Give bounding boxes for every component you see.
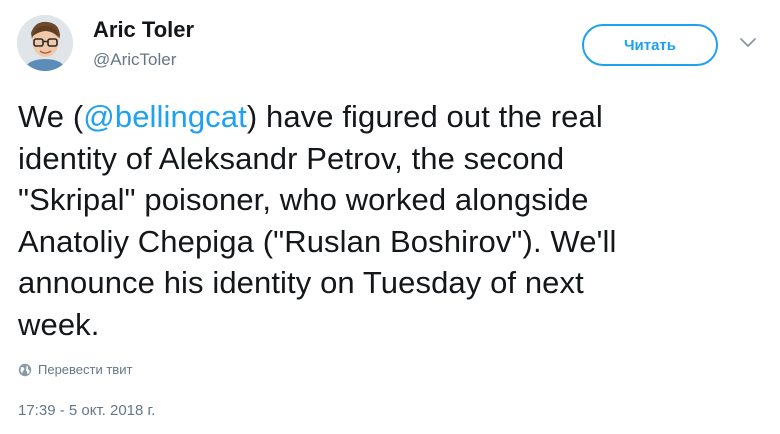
tweet-line: week. [18, 306, 100, 342]
tweet-text: We (@bellingcat) have figured out the re… [18, 96, 758, 345]
tweet-line: identity of Aleksandr Petrov, the second [18, 140, 565, 176]
chevron-down-icon[interactable] [738, 36, 758, 50]
author-name[interactable]: Aric Toler [93, 17, 194, 43]
tweet-line: We (@bellingcat) have figured out the re… [18, 96, 758, 138]
author-block: Aric Toler @AricToler [93, 17, 194, 71]
tweet-text-segment: We ( [18, 99, 84, 134]
translate-tweet-link[interactable]: Перевести твит [18, 362, 132, 377]
tweet-line: "Skripal" poisoner, who worked alongside [18, 182, 589, 217]
tweet-line: announce his identity on Tuesday of next [18, 265, 584, 300]
mention-link[interactable]: @bellingcat [83, 99, 247, 134]
tweet-line: Anatoliy Chepiga ("Ruslan Boshirov"). We… [18, 223, 617, 259]
globe-icon [18, 363, 32, 376]
translate-label: Перевести твит [38, 362, 133, 377]
avatar-image [17, 15, 73, 71]
follow-button[interactable]: Читать [582, 24, 718, 66]
author-handle[interactable]: @AricToler [93, 49, 194, 71]
tweet-card: Aric Toler @AricToler Читать We (@bellin… [0, 0, 780, 434]
timestamp[interactable]: 17:39 - 5 окт. 2018 г. [18, 402, 155, 419]
avatar[interactable] [17, 15, 73, 71]
tweet-text-segment: ) have figured out the real [246, 99, 603, 134]
